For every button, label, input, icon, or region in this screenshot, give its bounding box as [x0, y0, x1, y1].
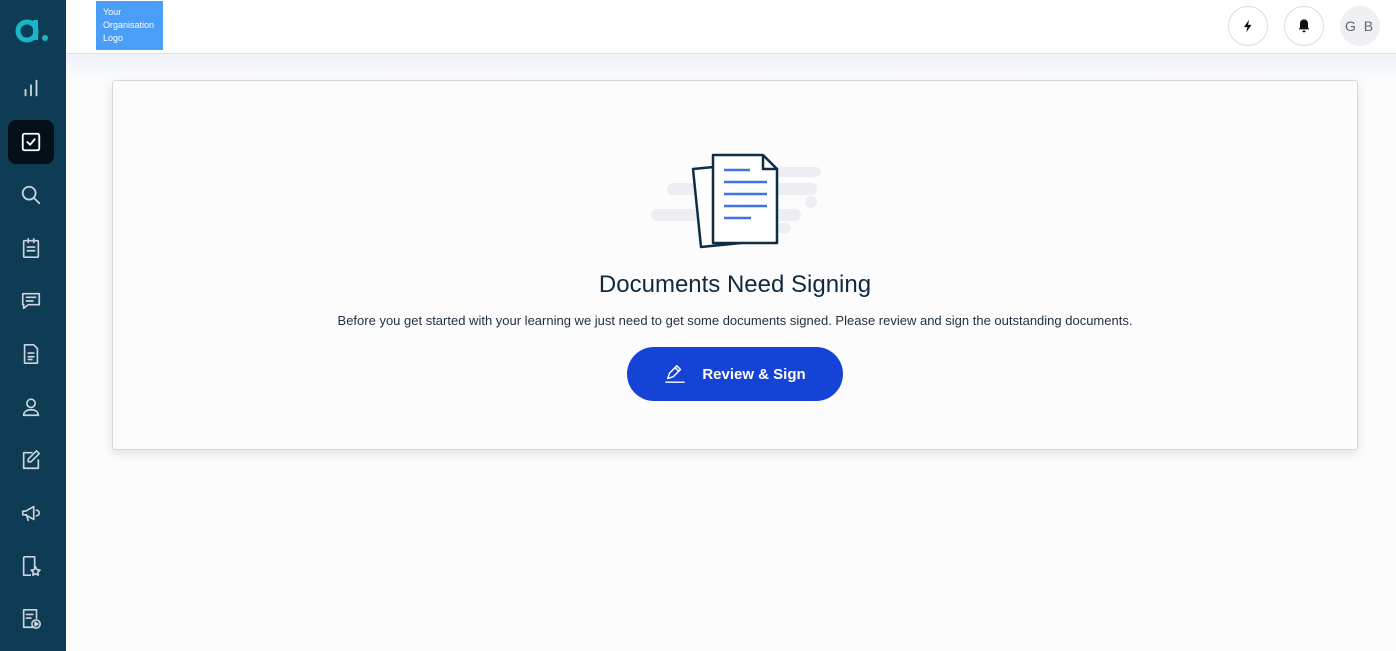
bookmark-star-icon [22, 556, 41, 576]
document-play-icon [22, 609, 41, 629]
document-icon [23, 344, 39, 364]
user-icon [22, 398, 40, 417]
megaphone-icon [21, 505, 41, 522]
sidebar-item-achievements[interactable] [8, 544, 54, 588]
chat-icon [21, 292, 41, 310]
notifications-button[interactable] [1284, 6, 1324, 46]
top-header: Your Organisation Logo G B [66, 0, 1396, 54]
clipboard-icon [22, 238, 40, 258]
documents-illustration [651, 153, 821, 249]
organisation-logo[interactable]: Your Organisation Logo [96, 1, 163, 50]
documents-signing-card: Documents Need Signing Before you get st… [112, 80, 1358, 450]
brand-logo-icon [15, 19, 48, 43]
checkbox-icon [21, 132, 41, 152]
sidebar-item-documents[interactable] [8, 332, 54, 376]
bell-icon [1298, 19, 1310, 33]
brand-logo[interactable] [8, 8, 54, 48]
user-avatar[interactable]: G B [1340, 6, 1380, 46]
sidebar-item-search[interactable] [8, 173, 54, 217]
page-title: Documents Need Signing [598, 271, 872, 298]
sidebar-item-edit[interactable] [8, 438, 54, 482]
header-shadow [66, 54, 1396, 82]
sidebar-item-announcements[interactable] [8, 491, 54, 535]
sidebar-item-messages[interactable] [8, 279, 54, 323]
sidebar-item-dashboard[interactable] [8, 66, 54, 110]
sidebar-item-tasks[interactable] [8, 120, 54, 164]
sidebar-item-media[interactable] [8, 597, 54, 641]
lightning-icon [1243, 19, 1252, 33]
sidebar [0, 0, 66, 651]
bar-chart-icon [24, 79, 38, 97]
signature-pen-icon [665, 365, 686, 383]
quick-actions-button[interactable] [1228, 6, 1268, 46]
signing-description: Before you get started with your learnin… [337, 313, 1133, 328]
review-and-sign-button[interactable]: Review & Sign [627, 347, 843, 401]
review-and-sign-label: Review & Sign [702, 365, 806, 383]
edit-icon [22, 450, 41, 470]
search-icon [21, 185, 41, 205]
sidebar-item-clipboard[interactable] [8, 226, 54, 270]
sidebar-item-profile[interactable] [8, 385, 54, 429]
